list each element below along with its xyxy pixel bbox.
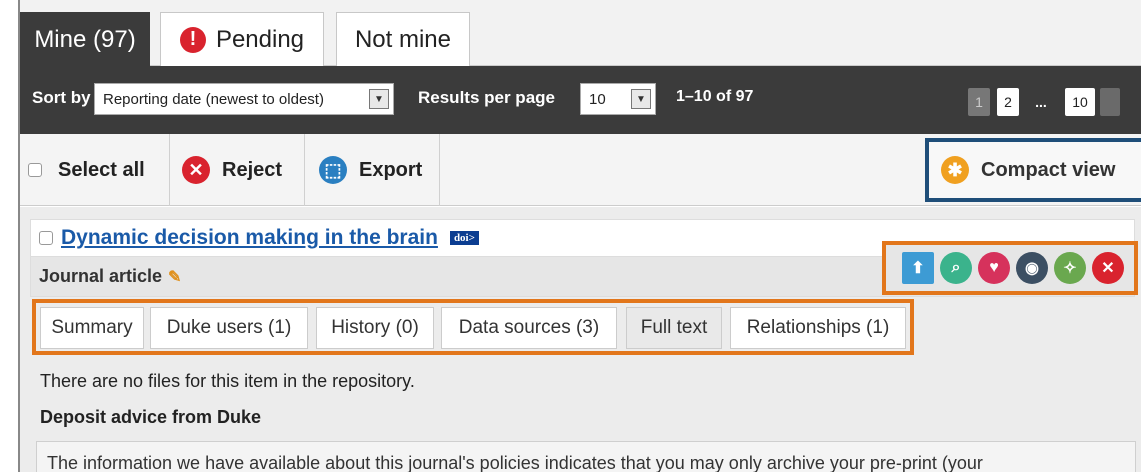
tab-pending[interactable]: ! Pending <box>160 12 324 66</box>
results-per-page-value: 10 <box>589 90 606 108</box>
reject-icon: ✕ <box>182 156 210 184</box>
export-icon: ⬚ <box>319 156 347 184</box>
results-per-page-select[interactable]: 10 ▼ <box>580 83 656 115</box>
privacy-icon[interactable]: ✧ <box>1054 252 1086 284</box>
tab-mine-label: Mine (97) <box>34 25 136 53</box>
item-action-icons: ⬆ ⌕ ♥ ◉ ✧ ✕ <box>882 241 1138 295</box>
select-all-button[interactable]: Select all <box>20 134 170 206</box>
tab-duke-users[interactable]: Duke users (1) <box>150 307 308 349</box>
sort-select[interactable]: Reporting date (newest to oldest) ▼ <box>94 83 394 115</box>
tab-not-mine-label: Not mine <box>354 25 452 53</box>
alert-icon: ! <box>179 26 206 53</box>
export-button[interactable]: ⬚ Export <box>305 134 440 206</box>
deposit-advice-heading: Deposit advice from Duke <box>40 407 262 427</box>
tab-mine[interactable]: Mine (97) <box>20 12 150 66</box>
reject-button[interactable]: ✕ Reject <box>170 134 305 206</box>
reject-label: Reject <box>222 158 283 181</box>
item-subtabs: Summary Duke users (1) History (0) Data … <box>32 299 914 355</box>
top-tabs: Mine (97) ! Pending Not mine <box>20 0 1141 66</box>
close-icon[interactable]: ✕ <box>1092 252 1124 284</box>
page-2[interactable]: 2 <box>997 88 1019 116</box>
publication-item: Dynamic decision making in the brain doi… <box>20 207 1141 472</box>
page-1[interactable]: 1 <box>968 88 990 116</box>
search-icon[interactable]: ⌕ <box>940 252 972 284</box>
chevron-down-icon: ▼ <box>631 89 651 109</box>
results-range: 1–10 of 97 <box>676 88 754 105</box>
tab-full-text[interactable]: Full text <box>626 307 722 349</box>
page-ellipsis: ... <box>1035 94 1047 110</box>
compact-icon: ✱ <box>941 156 969 184</box>
select-all-label: Select all <box>58 158 145 181</box>
tab-data-sources[interactable]: Data sources (3) <box>441 307 617 349</box>
results-per-page-label: Results per page <box>418 88 555 107</box>
eye-icon[interactable]: ◉ <box>1016 252 1048 284</box>
tab-pending-label: Pending <box>215 25 305 53</box>
chevron-down-icon: ▼ <box>369 89 389 109</box>
compact-view-button[interactable]: ✱ Compact view <box>925 138 1141 202</box>
next-page-button[interactable] <box>1100 88 1120 116</box>
tab-not-mine[interactable]: Not mine <box>336 12 470 66</box>
tab-history[interactable]: History (0) <box>316 307 434 349</box>
action-bar: Select all ✕ Reject ⬚ Export ✱ Compact v… <box>20 134 1141 206</box>
heart-icon[interactable]: ♥ <box>978 252 1010 284</box>
item-type-label: Journal article ✎ <box>39 266 182 286</box>
deposit-advice-text: The information we have available about … <box>47 453 983 472</box>
doi-badge[interactable]: doi> <box>449 231 479 245</box>
sort-label: Sort by <box>32 88 91 107</box>
deposit-advice-box: The information we have available about … <box>36 441 1136 472</box>
page-10[interactable]: 10 <box>1065 88 1095 116</box>
export-label: Export <box>359 158 423 181</box>
no-files-message: There are no files for this item in the … <box>40 371 415 391</box>
compact-view-label: Compact view <box>981 158 1116 181</box>
tab-summary[interactable]: Summary <box>40 307 144 349</box>
item-checkbox[interactable] <box>39 231 53 245</box>
sort-select-value: Reporting date (newest to oldest) <box>103 90 324 108</box>
upload-icon[interactable]: ⬆ <box>902 252 934 284</box>
select-all-checkbox[interactable] <box>28 163 42 177</box>
sort-bar: Sort by Reporting date (newest to oldest… <box>20 66 1141 134</box>
item-title-link[interactable]: Dynamic decision making in the brain <box>61 226 438 250</box>
tab-relationships[interactable]: Relationships (1) <box>730 307 906 349</box>
pencil-icon[interactable]: ✎ <box>168 269 181 286</box>
